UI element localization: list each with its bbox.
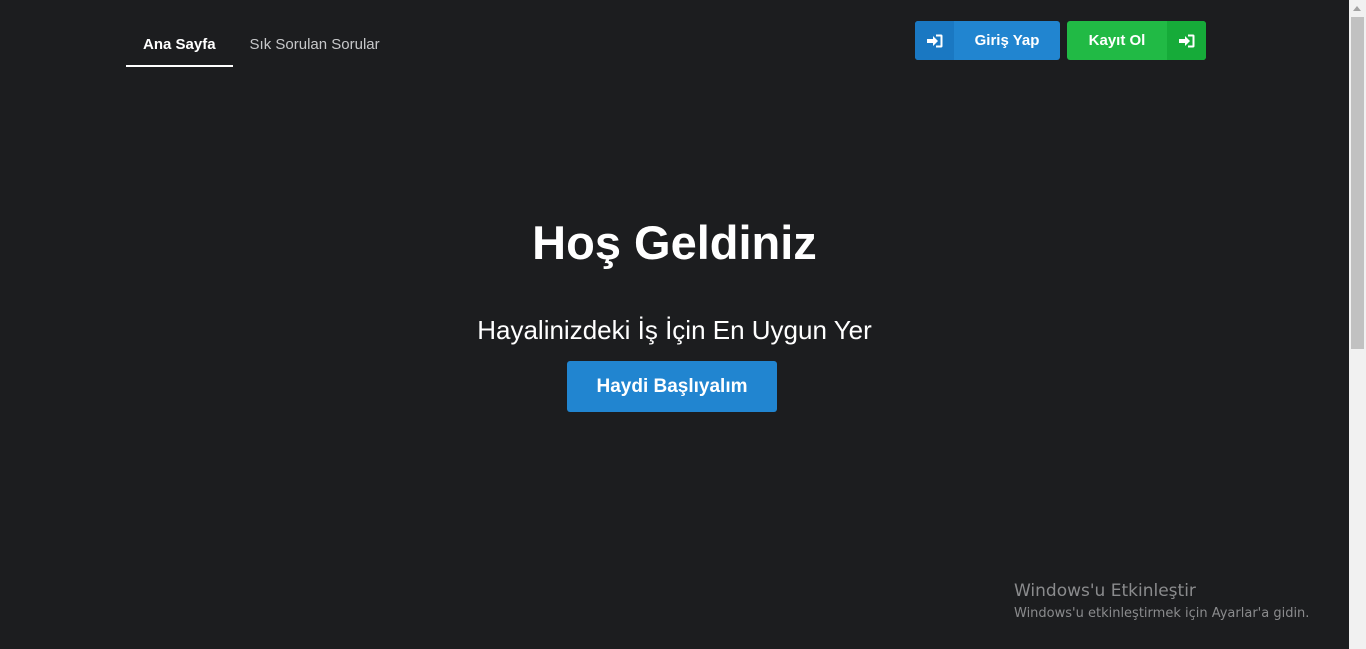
page: Ana Sayfa Sık Sorulan Sorular Giriş Yap … (0, 0, 1366, 649)
top-nav: Ana Sayfa Sık Sorulan Sorular (126, 24, 397, 67)
sign-in-icon (915, 21, 954, 60)
get-started-button[interactable]: Haydi Başlıyalım (567, 361, 777, 412)
vertical-scrollbar[interactable] (1349, 0, 1366, 649)
hero-title: Hoş Geldiniz (532, 216, 817, 269)
windows-activation-watermark: Windows'u Etkinleştir Windows'u etkinleş… (1014, 580, 1309, 624)
watermark-title: Windows'u Etkinleştir (1014, 581, 1196, 601)
login-button[interactable]: Giriş Yap (915, 21, 1060, 60)
register-button[interactable]: Kayıt Ol (1067, 21, 1206, 60)
nav-tab-home[interactable]: Ana Sayfa (126, 24, 233, 67)
hero-subtitle: Hayalinizdeki İş İçin En Uygun Yer (477, 315, 872, 345)
scrollbar-thumb[interactable] (1351, 17, 1364, 349)
nav-tab-faq[interactable]: Sık Sorulan Sorular (233, 24, 397, 67)
scroll-up-arrow-icon[interactable] (1353, 6, 1361, 11)
login-button-label: Giriş Yap (974, 32, 1040, 49)
sign-in-icon (1167, 21, 1206, 60)
register-button-label: Kayıt Ol (1088, 32, 1146, 49)
watermark-subtitle: Windows'u etkinleştirmek için Ayarlar'a … (1014, 606, 1310, 621)
